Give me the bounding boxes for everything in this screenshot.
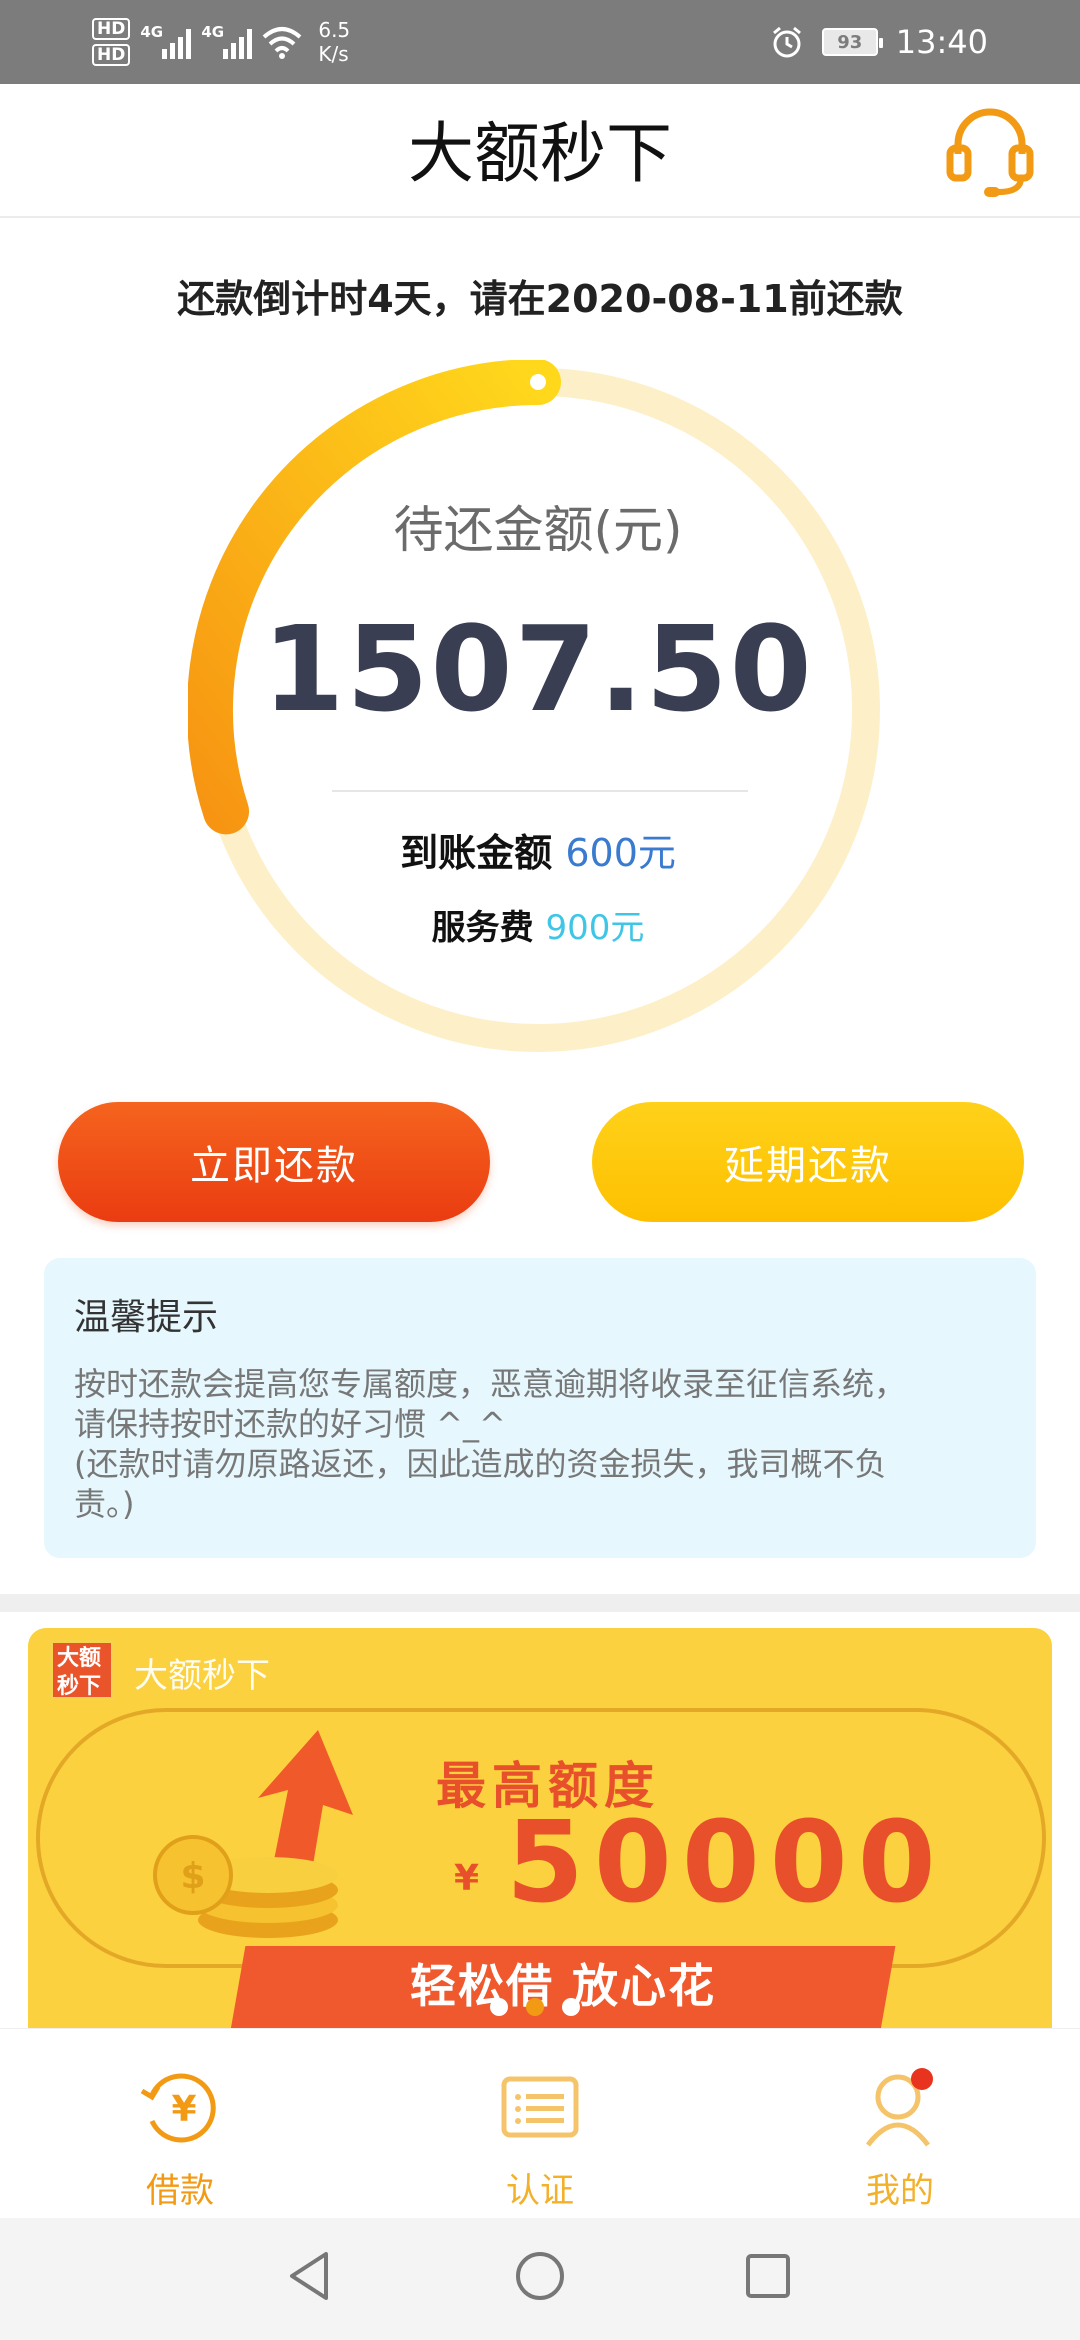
promo-banner[interactable]: 大额 秒下 大额秒下 $ 最高额度 ¥ 50000 轻松借 放心花 [28,1628,1052,2028]
tips-box: 温馨提示 按时还款会提高您专属额度，恶意逾期将收录至征信系统， 请保持按时还款的… [44,1258,1036,1558]
repayment-countdown: 还款倒计时4天，请在2020-08-11前还款 [177,277,903,321]
system-nav-bar [0,2218,1080,2340]
tips-line: 责。) [74,1485,135,1523]
carousel-indicator [490,1998,580,2016]
user-icon [866,2068,933,2147]
banner-currency: ¥ [454,1858,480,1899]
received-amount-label: 到账金额 [400,831,553,875]
tab-mine-label: 我的 [866,2171,934,2211]
alarm-icon [772,26,801,58]
tab-mine[interactable]: 我的 [800,2065,1000,2212]
notification-dot [911,2068,933,2090]
ring-progress-arc [188,360,561,835]
carousel-dot[interactable] [490,1998,508,2016]
signal-icon: 4G [201,23,253,59]
ring-progress-knob [530,374,546,390]
bottom-nav: ¥ 借款 认证 我的 [0,2028,1080,2218]
coins-arrow-icon: $ [153,1730,353,1938]
hd-indicator: HD HD [92,18,131,66]
tips-line: 请保持按时还款的好习惯 ^_^ [74,1405,506,1443]
amount-due-value: 1507.50 [262,600,814,738]
svg-text:$: $ [180,1856,205,1897]
hd-icon: HD [92,44,131,66]
app-header: 大额秒下 [0,84,1080,218]
banner-brand: 大额秒下 [134,1656,270,1696]
banner-amount: 50000 [506,1798,946,1928]
page-title: 大额秒下 [408,115,672,192]
hd-icon: HD [92,18,131,40]
wifi-icon [263,27,302,59]
status-right: 93 13:40 [770,14,988,70]
tips-title: 温馨提示 [74,1297,219,1338]
battery-icon: 93 [821,28,883,56]
section-divider [0,1594,1080,1612]
extend-repayment-button[interactable]: 延期还款 [592,1102,1024,1222]
tips-line: 按时还款会提高您专属额度，恶意逾期将收录至征信系统， [74,1365,907,1403]
signal-icon: 4G [140,23,192,59]
loan-yen-icon: ¥ [140,2073,216,2143]
back-icon[interactable] [280,2246,340,2306]
carousel-dot[interactable] [562,1998,580,2016]
id-card-icon [501,2076,579,2138]
recents-icon[interactable] [738,2246,798,2306]
tab-verify-label: 认证 [506,2171,574,2211]
status-left: HD HD 4G 4G 6.5 K/s [92,12,350,72]
received-amount-value: 600元 [565,831,676,875]
service-fee-row: 服务费 900元 [188,900,888,949]
amount-due-label: 待还金额(元) [393,501,683,559]
tab-loan[interactable]: ¥ 借款 [80,2065,280,2212]
service-fee-label: 服务费 [431,908,534,948]
repayment-ring: 待还金额(元) 1507.50 到账金额 600元 服务费 900元 [188,360,888,1060]
app-logo: 大额 秒下 [50,1640,114,1700]
tab-verify[interactable]: 认证 [440,2065,640,2212]
received-amount-row: 到账金额 600元 [188,822,888,877]
home-icon[interactable] [510,2246,570,2306]
repay-now-button[interactable]: 立即还款 [58,1102,490,1222]
tab-loan-label: 借款 [146,2171,214,2211]
carousel-dot-active[interactable] [526,1998,544,2016]
clock: 13:40 [895,23,988,61]
headset-icon[interactable] [940,102,1040,202]
status-bar: HD HD 4G 4G 6.5 K/s 93 13:40 [0,0,1080,84]
network-speed: 6.5 K/s [318,18,351,66]
svg-text:¥: ¥ [171,2089,196,2130]
service-fee-value: 900元 [545,908,645,948]
divider [332,790,748,792]
tips-line: (还款时请勿原路返还，因此造成的资金损失，我司概不负 [74,1445,887,1483]
